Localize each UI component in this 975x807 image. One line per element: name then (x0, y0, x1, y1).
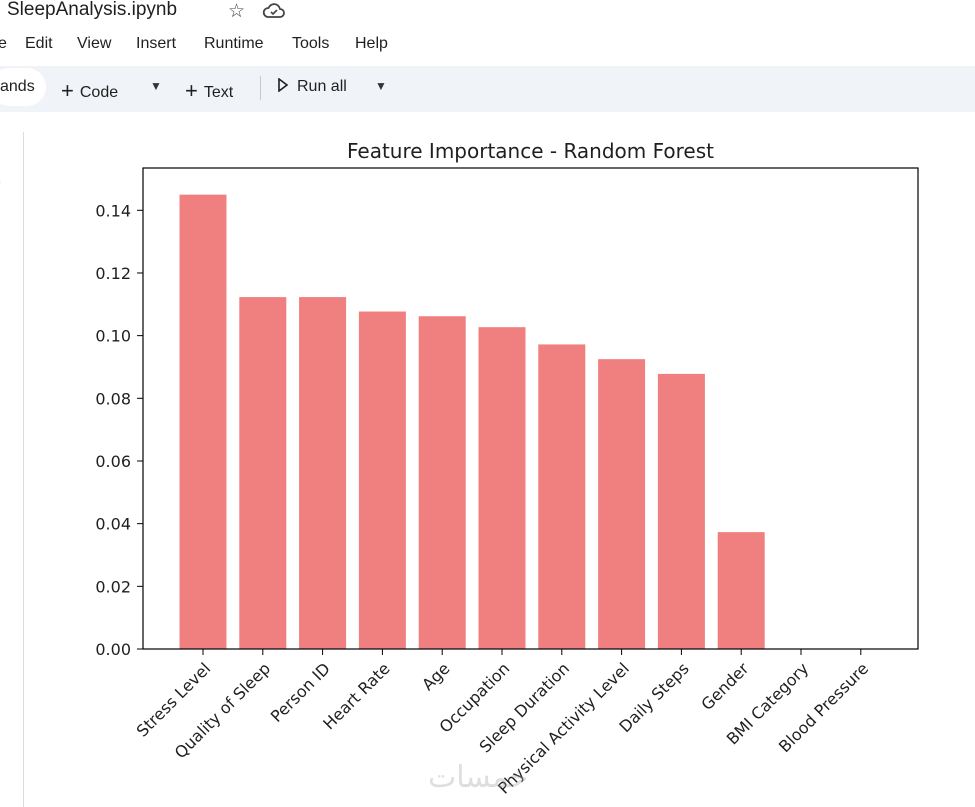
add-code-label: Code (79, 84, 119, 101)
bar-8 (657, 373, 705, 649)
play-icon (278, 77, 289, 93)
toolbar: ands + Code ▼ + Text Run all ▼ (0, 66, 975, 112)
chart-title: Feature Importance - Random Forest (347, 139, 714, 163)
watermark: خمسات (428, 760, 529, 795)
menu-runtime[interactable]: Runtime (204, 35, 264, 53)
y-tick-label-4: 0.08 (95, 389, 131, 408)
menu-tools[interactable]: Tools (292, 35, 329, 53)
bar-7 (598, 359, 646, 649)
menu-edit[interactable]: Edit (25, 35, 53, 53)
bar-2 (299, 297, 347, 649)
feature-importance-chart: Feature Importance - Random Forest 0.00 0.… (95, 139, 919, 798)
run-all-chevron-down-icon[interactable]: ▼ (375, 79, 387, 93)
y-tick-label-6: 0.12 (95, 264, 131, 283)
y-tick-label-1: 0.02 (95, 577, 131, 596)
chevron-down-icon[interactable]: ▼ (150, 79, 162, 93)
cell-divider (23, 132, 24, 807)
notebook-title[interactable]: SleepAnalysis.ipynb (7, 0, 177, 21)
menu-file[interactable]: e (0, 35, 7, 53)
plus-icon: + (185, 78, 198, 103)
y-tick-label-3: 0.06 (95, 452, 131, 471)
commands-button[interactable]: ands (0, 68, 46, 106)
bar-5 (478, 327, 526, 649)
y-tick-label-2: 0.04 (95, 515, 131, 534)
menu-help[interactable]: Help (355, 35, 388, 53)
collapse-chevron-icon[interactable]: › (0, 172, 1, 191)
bar-3 (358, 311, 406, 649)
menu-bar: e Edit View Insert Runtime Tools Help (0, 31, 975, 59)
bar-1 (239, 297, 287, 649)
y-tick-label-5: 0.10 (95, 327, 131, 346)
title-bar: SleepAnalysis.ipynb ☆ (0, 0, 975, 28)
add-text-label: Text (203, 84, 234, 101)
cloud-icon[interactable] (262, 1, 286, 25)
x-tick-label-9: Gender (697, 659, 752, 714)
run-all-button[interactable]: Run all (277, 77, 347, 96)
y-tick-label-7: 0.14 (95, 201, 131, 220)
toolbar-divider (260, 76, 261, 100)
x-tick-label-4: Age (418, 659, 453, 694)
commands-label: ands (0, 78, 35, 95)
menu-insert[interactable]: Insert (136, 35, 176, 53)
plus-icon: + (61, 78, 74, 103)
bar-9 (717, 532, 765, 649)
bar-0 (179, 194, 227, 649)
add-code-button[interactable]: + Code (61, 77, 118, 103)
y-tick-label-0: 0.00 (95, 640, 131, 659)
bar-6 (538, 344, 586, 649)
bar-4 (418, 316, 466, 649)
menu-view[interactable]: View (77, 35, 111, 53)
star-icon[interactable]: ☆ (228, 0, 245, 22)
add-text-button[interactable]: + Text (185, 77, 233, 103)
run-all-label: Run all (297, 78, 347, 95)
